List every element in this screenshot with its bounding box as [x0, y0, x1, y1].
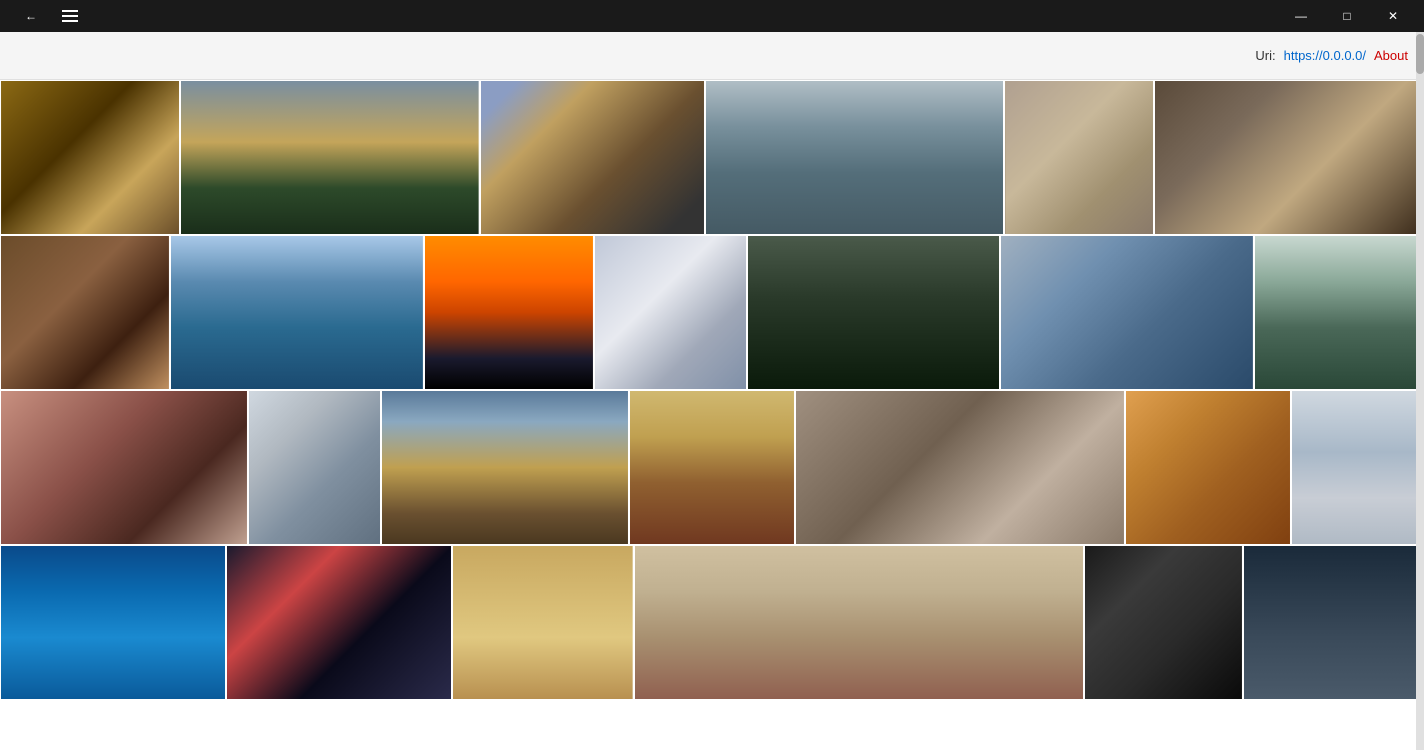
photo-bread-food — [1, 236, 169, 389]
gallery-row-4 — [0, 545, 1424, 700]
photo-sleeping-animal — [1005, 81, 1154, 234]
titlebar-left: ← — [8, 0, 78, 32]
gallery-item-camera-lens[interactable] — [1154, 80, 1424, 235]
gallery-item-ocean-blue[interactable] — [0, 545, 226, 700]
gallery-item-bird-misty[interactable] — [1291, 390, 1424, 545]
window-controls: — □ ✕ — [1278, 0, 1416, 32]
gallery-item-massey-hall[interactable] — [480, 80, 705, 235]
photo-dark-forest — [748, 236, 1000, 389]
gallery-row-2 — [0, 235, 1424, 390]
photo-ocean-blue — [1, 546, 225, 699]
photo-silhouette-sunset — [425, 236, 593, 389]
photo-bird-misty — [1292, 391, 1423, 544]
about-link[interactable]: About — [1374, 48, 1408, 63]
photo-misty-valley — [1255, 236, 1423, 389]
maximize-icon: □ — [1343, 9, 1350, 23]
gallery-item-desert-landscape[interactable] — [452, 545, 633, 700]
photo-bird-golden-hour — [635, 546, 1083, 699]
gallery-item-fjord-lake[interactable] — [170, 235, 424, 390]
gallery-item-church-valley[interactable] — [705, 80, 1004, 235]
photo-mountains-sunset — [181, 81, 478, 234]
scrollbar[interactable] — [1416, 32, 1424, 750]
gallery-item-bread-food[interactable] — [0, 235, 170, 390]
gallery-item-dark-forest[interactable] — [747, 235, 1001, 390]
photo-desert-landscape — [453, 546, 632, 699]
photo-wooden-dock — [796, 391, 1124, 544]
gallery-item-mountains-sunset[interactable] — [180, 80, 479, 235]
hamburger-line-3 — [62, 20, 78, 22]
photo-empire-state — [630, 391, 794, 544]
hamburger-line-2 — [62, 15, 78, 17]
maximize-button[interactable]: □ — [1324, 0, 1370, 32]
gallery-item-silhouette-sunset[interactable] — [424, 235, 594, 390]
photo-laptop-desk — [249, 391, 380, 544]
gallery-item-city-tower[interactable] — [1243, 545, 1424, 700]
gallery-item-motion-blur[interactable] — [594, 235, 747, 390]
uri-value[interactable]: https://0.0.0.0/ — [1284, 48, 1366, 63]
gallery-item-orange-chairs[interactable] — [1125, 390, 1291, 545]
photo-suspension-bridge — [382, 391, 628, 544]
titlebar: ← — □ ✕ — [0, 0, 1424, 32]
gallery-item-suspension-bridge[interactable] — [381, 390, 629, 545]
gallery-item-sleeping-animal[interactable] — [1004, 80, 1155, 235]
hamburger-line-1 — [62, 10, 78, 12]
photo-camera-lens — [1155, 81, 1423, 234]
close-button[interactable]: ✕ — [1370, 0, 1416, 32]
minimize-button[interactable]: — — [1278, 0, 1324, 32]
gallery-row-1 — [0, 80, 1424, 235]
photo-massey-hall — [481, 81, 704, 234]
uri-label: Uri: — [1255, 48, 1275, 63]
photo-monkey-closeup — [1, 391, 247, 544]
gallery-grid — [0, 80, 1424, 700]
photo-skyscrapers — [1001, 236, 1253, 389]
gallery-item-structure-bw[interactable] — [1084, 545, 1243, 700]
photo-orange-chairs — [1126, 391, 1290, 544]
back-button[interactable]: ← — [8, 0, 54, 32]
back-icon: ← — [25, 9, 37, 23]
gallery-item-empire-state[interactable] — [629, 390, 795, 545]
gallery-item-skyscrapers[interactable] — [1000, 235, 1254, 390]
gallery-row-3 — [0, 390, 1424, 545]
photo-motion-blur — [595, 236, 746, 389]
close-icon: ✕ — [1388, 9, 1398, 23]
gallery-item-laptop-desk[interactable] — [248, 390, 381, 545]
gallery-item-vintage-camera[interactable] — [0, 80, 180, 235]
gallery-item-misty-valley[interactable] — [1254, 235, 1424, 390]
photo-structure-bw — [1085, 546, 1242, 699]
gallery — [0, 80, 1424, 750]
photo-vintage-camera — [1, 81, 179, 234]
scrollbar-thumb[interactable] — [1416, 34, 1424, 74]
photo-city-tower — [1244, 546, 1423, 699]
addressbar: Uri: https://0.0.0.0/ About — [0, 32, 1424, 80]
gallery-item-wooden-dock[interactable] — [795, 390, 1125, 545]
photo-church-valley — [706, 81, 1003, 234]
minimize-icon: — — [1295, 9, 1307, 23]
photo-tent-bokeh — [227, 546, 451, 699]
hamburger-menu[interactable] — [62, 10, 78, 22]
gallery-item-monkey-closeup[interactable] — [0, 390, 248, 545]
gallery-item-bird-golden-hour[interactable] — [634, 545, 1084, 700]
photo-fjord-lake — [171, 236, 423, 389]
gallery-item-tent-bokeh[interactable] — [226, 545, 452, 700]
